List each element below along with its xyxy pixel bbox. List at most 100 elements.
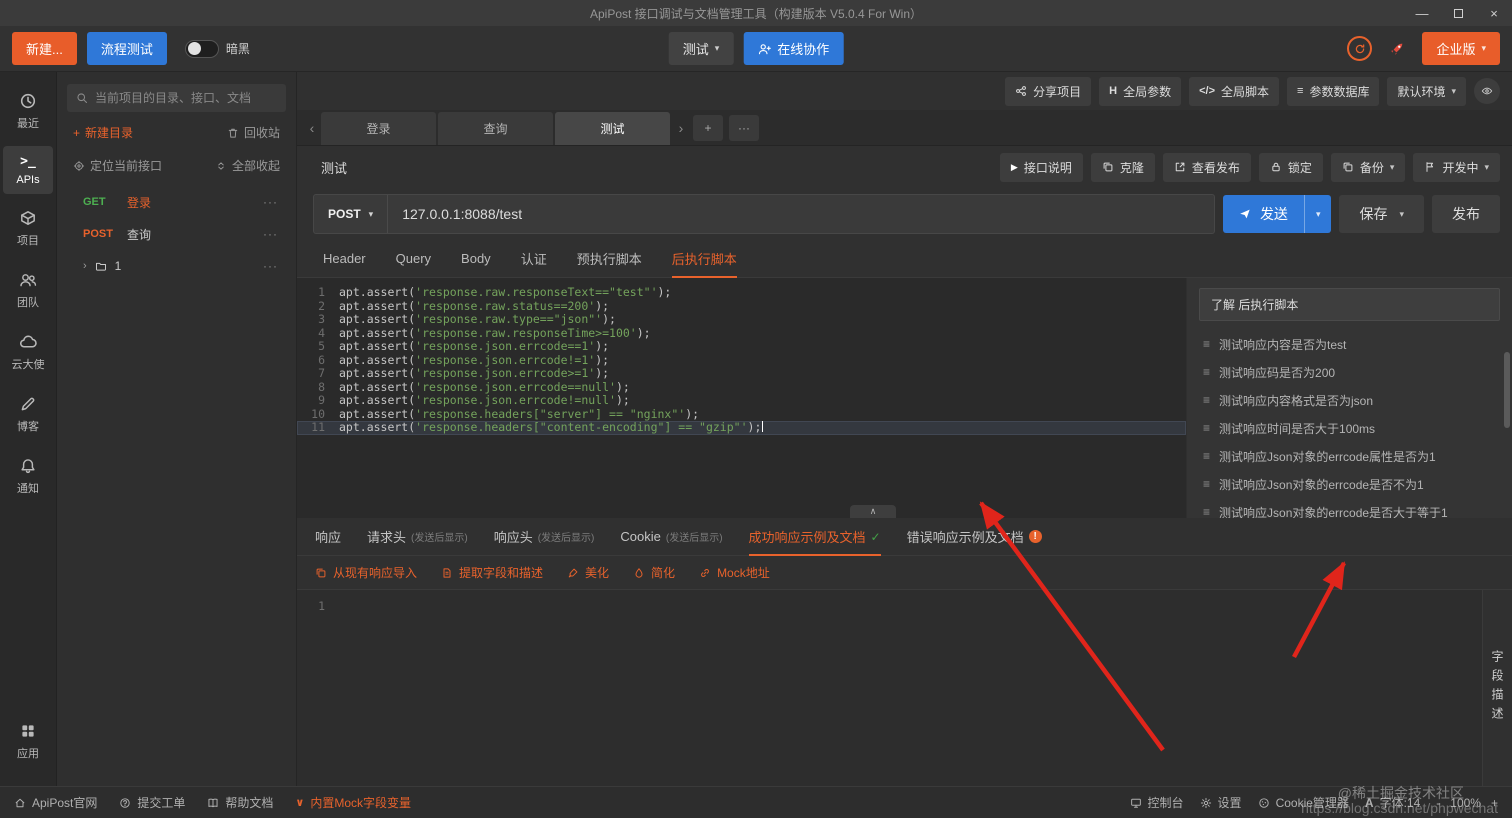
online-collab-button[interactable]: 在线协作 <box>743 32 844 65</box>
sync-button[interactable] <box>1347 36 1373 61</box>
resp-tab-request-headers[interactable]: 请求头 (发送后显示) <box>367 518 468 555</box>
code-line[interactable]: 5 apt.assert('response.json.errcode==1'); <box>297 339 1186 354</box>
recycle-bin-button[interactable]: 回收站 <box>227 124 280 141</box>
help-item[interactable]: ≡ 测试响应Json对象的errcode属性是否为1 <box>1199 442 1500 470</box>
code-line[interactable]: 11 apt.assert('response.headers["content-… <box>297 420 1186 435</box>
default-env-select[interactable]: 默认环境 ▾ <box>1387 76 1466 106</box>
help-docs-link[interactable]: 帮助文档 <box>207 794 273 811</box>
help-panel-header[interactable]: 了解 后执行脚本 <box>1199 288 1500 321</box>
code-editor[interactable]: 1 apt.assert('response.raw.responseText==… <box>297 278 1186 518</box>
rail-item-projects[interactable]: 项目 <box>3 201 53 256</box>
more-actions-icon[interactable]: ··· <box>263 227 278 241</box>
resp-tab-response[interactable]: 响应 <box>315 518 341 555</box>
code-line[interactable]: 8 apt.assert('response.json.errcode==null… <box>297 380 1186 395</box>
resp-tab-error-example[interactable]: 错误响应示例及文档! <box>907 518 1042 555</box>
dark-mode-toggle[interactable] <box>184 39 219 58</box>
publish-button[interactable]: 发布 <box>1432 195 1500 233</box>
more-actions-icon[interactable]: ··· <box>263 195 278 209</box>
rail-item-notifications[interactable]: 通知 <box>3 449 53 504</box>
mock-variables-link[interactable]: ∨ 内置Mock字段变量 <box>295 794 411 811</box>
rail-item-apps[interactable]: 应用 <box>3 714 53 769</box>
req-tab-auth[interactable]: 认证 <box>521 240 547 277</box>
tabs-scroll-right[interactable]: › <box>672 111 690 145</box>
resp-tab-response-headers[interactable]: 响应头 (发送后显示) <box>494 518 595 555</box>
rail-item-cloud-ambassador[interactable]: 云大使 <box>3 325 53 380</box>
close-button[interactable]: × <box>1476 0 1512 26</box>
save-button[interactable]: 保存 ▾ <box>1339 195 1424 233</box>
code-line[interactable]: 6 apt.assert('response.json.errcode!=1'); <box>297 353 1186 368</box>
tab-more-button[interactable]: ··· <box>729 115 759 141</box>
code-line[interactable]: 9 apt.assert('response.json.errcode!=null… <box>297 393 1186 408</box>
sidebar-search[interactable] <box>67 84 286 112</box>
clone-button[interactable]: 克隆 <box>1090 152 1155 182</box>
tab-login[interactable]: 登录 <box>321 112 436 145</box>
code-line[interactable]: 1 apt.assert('response.raw.responseText==… <box>297 285 1186 300</box>
tree-item-login[interactable]: GET 登录 ··· <box>67 186 286 218</box>
send-button-main[interactable]: 发送 <box>1223 195 1304 233</box>
minimize-button[interactable]: — <box>1404 0 1440 26</box>
tab-query[interactable]: 查询 <box>438 112 553 145</box>
req-tab-post-script[interactable]: 后执行脚本 <box>671 240 737 278</box>
collapse-panel-button[interactable]: ∧ <box>850 505 896 518</box>
font-size-button[interactable]: A 字体:14 <box>1365 794 1420 811</box>
zoom-out-button[interactable]: - <box>1436 796 1440 810</box>
locate-api-button[interactable]: 定位当前接口 <box>73 157 162 174</box>
param-database-button[interactable]: ≡ 参数数据库 <box>1287 76 1380 106</box>
console-button[interactable]: 控制台 <box>1130 794 1184 811</box>
global-params-button[interactable]: H 全局参数 <box>1099 76 1182 106</box>
api-doc-button[interactable]: ▶ 接口说明 <box>999 152 1083 182</box>
chevron-right-icon[interactable]: › <box>83 260 87 272</box>
rail-item-apis[interactable]: >_ APIs <box>3 146 53 194</box>
maximize-button[interactable] <box>1440 0 1476 26</box>
rail-item-blog[interactable]: 博客 <box>3 387 53 442</box>
simplify-button[interactable]: 简化 <box>633 564 675 581</box>
zoom-in-button[interactable]: + <box>1491 796 1498 810</box>
settings-button[interactable]: 设置 <box>1200 794 1242 811</box>
req-tab-pre-script[interactable]: 预执行脚本 <box>577 240 642 277</box>
lock-button[interactable]: 锁定 <box>1258 152 1323 182</box>
tree-item-query[interactable]: POST 查询 ··· <box>67 218 286 250</box>
url-input[interactable] <box>388 206 1214 222</box>
submit-ticket-link[interactable]: 提交工单 <box>119 794 185 811</box>
response-editor-body[interactable] <box>339 590 1482 786</box>
more-actions-icon[interactable]: ··· <box>263 259 278 273</box>
rail-item-recent[interactable]: 最近 <box>3 84 53 139</box>
environment-select[interactable]: 测试 ▾ <box>668 32 734 65</box>
global-script-button[interactable]: </> 全局脚本 <box>1189 76 1280 106</box>
tab-test[interactable]: 测试 <box>555 112 670 145</box>
resp-tab-success-example[interactable]: 成功响应示例及文档 ✓ <box>748 518 881 556</box>
rocket-icon[interactable] <box>1388 40 1406 58</box>
import-from-response-button[interactable]: 从现有响应导入 <box>315 564 417 581</box>
send-button[interactable]: 发送 ▾ <box>1222 195 1332 233</box>
req-tab-query[interactable]: Query <box>396 240 431 277</box>
code-line[interactable]: 3 apt.assert('response.raw.type=="json"')… <box>297 312 1186 327</box>
tree-item-folder-1[interactable]: › 1 ··· <box>67 250 286 282</box>
code-line[interactable]: 4 apt.assert('response.raw.responseTime>=… <box>297 326 1186 341</box>
search-input[interactable] <box>95 91 277 105</box>
help-item[interactable]: ≡ 测试响应码是否为200 <box>1199 358 1500 386</box>
help-item[interactable]: ≡ 测试响应Json对象的errcode是否不为1 <box>1199 470 1500 498</box>
beautify-button[interactable]: 美化 <box>567 564 609 581</box>
new-directory-button[interactable]: + 新建目录 <box>73 124 133 141</box>
field-description-panel-tab[interactable]: 字段描述 <box>1482 590 1512 786</box>
cookie-manager-button[interactable]: Cookie管理器 <box>1258 794 1349 811</box>
preview-eye-button[interactable] <box>1474 78 1500 104</box>
flow-test-button[interactable]: 流程测试 <box>86 32 167 65</box>
req-tab-header[interactable]: Header <box>323 240 366 277</box>
scrollbar-thumb[interactable] <box>1504 352 1510 428</box>
tabs-scroll-left[interactable]: ‹ <box>303 111 321 145</box>
share-project-button[interactable]: 分享项目 <box>1005 76 1092 106</box>
new-button[interactable]: 新建... <box>12 32 77 65</box>
mock-url-button[interactable]: Mock地址 <box>699 564 770 581</box>
rail-item-team[interactable]: 团队 <box>3 263 53 318</box>
view-publish-button[interactable]: 查看发布 <box>1162 152 1251 182</box>
help-item[interactable]: ≡ 测试响应内容格式是否为json <box>1199 386 1500 414</box>
req-tab-body[interactable]: Body <box>461 240 491 277</box>
backup-button[interactable]: 备份 ▾ <box>1330 152 1406 182</box>
help-item[interactable]: ≡ 测试响应时间是否大于100ms <box>1199 414 1500 442</box>
collapse-all-button[interactable]: 全部收起 <box>215 157 280 174</box>
official-site-link[interactable]: ApiPost官网 <box>14 794 97 811</box>
send-dropdown[interactable]: ▾ <box>1303 195 1332 233</box>
resp-tab-cookie[interactable]: Cookie (发送后显示) <box>620 518 722 555</box>
method-select[interactable]: POST ▾ <box>314 195 389 233</box>
